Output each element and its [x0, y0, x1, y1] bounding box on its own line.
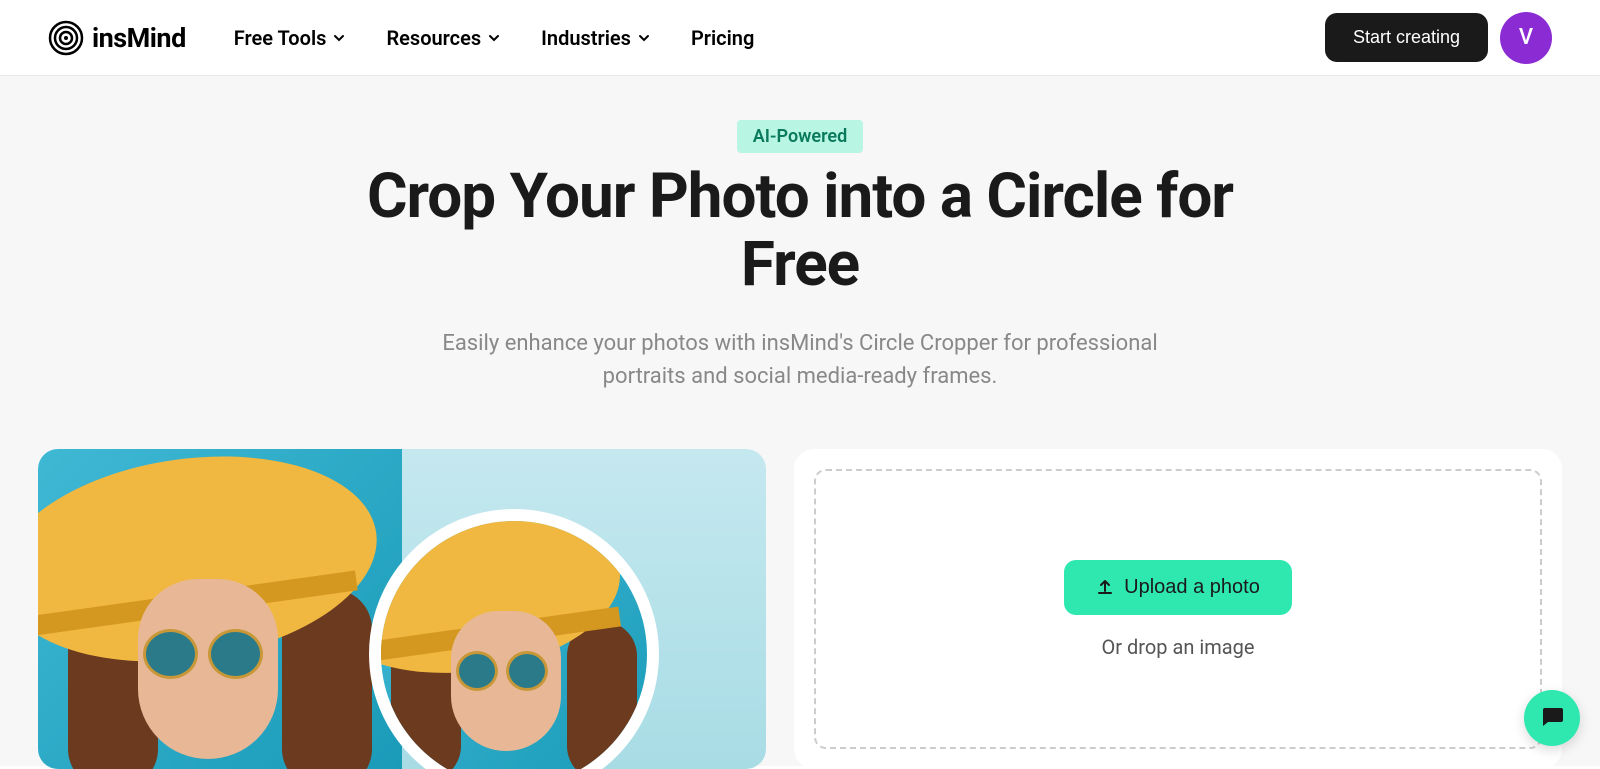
chat-widget-button[interactable]	[1524, 690, 1580, 746]
upload-button-label: Upload a photo	[1124, 576, 1260, 599]
original-photo	[38, 449, 402, 769]
start-creating-button[interactable]: Start creating	[1325, 13, 1488, 62]
upload-button[interactable]: Upload a photo	[1064, 560, 1292, 615]
demo-panel	[38, 449, 766, 769]
logo-text: insMind	[92, 22, 186, 54]
header: insMind Free Tools Resources Industries …	[0, 0, 1600, 76]
chat-icon	[1538, 702, 1566, 734]
ai-powered-badge: AI-Powered	[737, 120, 864, 153]
chevron-down-icon	[487, 31, 501, 45]
page-subtitle: Easily enhance your photos with insMind'…	[440, 327, 1160, 393]
header-right: Start creating V	[1325, 12, 1552, 64]
nav-pricing[interactable]: Pricing	[691, 26, 754, 50]
page-title: Crop Your Photo into a Circle for Free	[350, 163, 1250, 299]
drop-text: Or drop an image	[1102, 635, 1255, 659]
upload-icon	[1096, 578, 1114, 596]
avatar[interactable]: V	[1500, 12, 1552, 64]
nav-label: Free Tools	[234, 26, 327, 50]
logo[interactable]: insMind	[48, 20, 186, 56]
nav-industries[interactable]: Industries	[541, 26, 651, 50]
hero-section: AI-Powered Crop Your Photo into a Circle…	[0, 120, 1600, 393]
cropped-photo-area	[402, 449, 766, 769]
dropzone[interactable]: Upload a photo Or drop an image	[814, 469, 1542, 749]
logo-icon	[48, 20, 84, 56]
main-nav: Free Tools Resources Industries Pricing	[234, 26, 755, 50]
upload-panel: Upload a photo Or drop an image	[794, 449, 1562, 769]
main-content: AI-Powered Crop Your Photo into a Circle…	[0, 76, 1600, 766]
nav-resources[interactable]: Resources	[386, 26, 501, 50]
nav-label: Pricing	[691, 26, 754, 50]
nav-free-tools[interactable]: Free Tools	[234, 26, 347, 50]
nav-label: Resources	[386, 26, 481, 50]
panels-row: Upload a photo Or drop an image	[0, 449, 1600, 769]
circle-cropped-photo	[369, 509, 659, 769]
chevron-down-icon	[637, 31, 651, 45]
nav-label: Industries	[541, 26, 631, 50]
chevron-down-icon	[332, 31, 346, 45]
